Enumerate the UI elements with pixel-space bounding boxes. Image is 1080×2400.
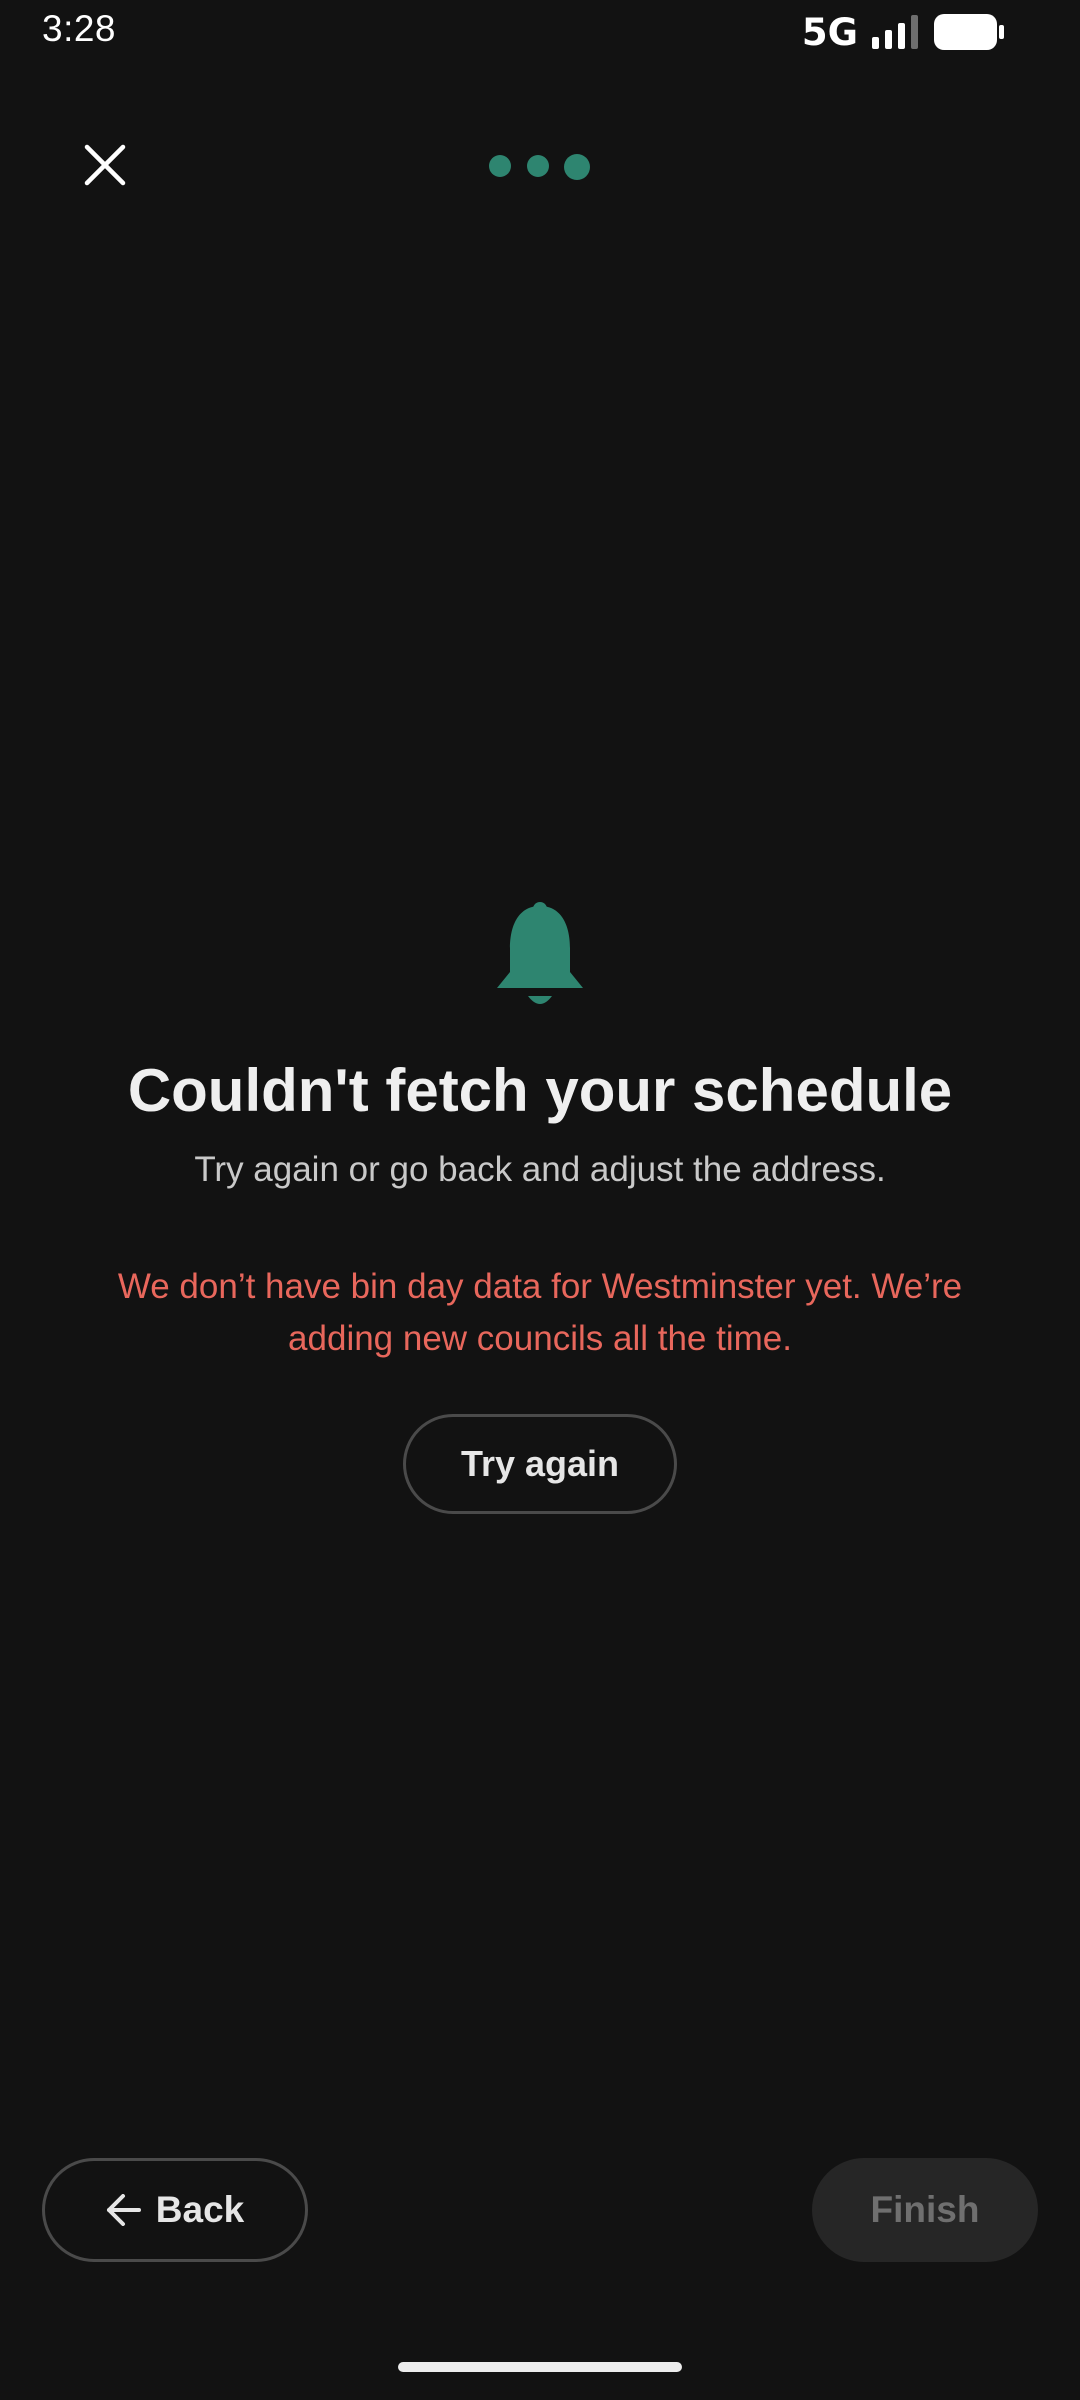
progress-dot-1 — [489, 155, 511, 177]
progress-dot-3 — [564, 154, 590, 180]
close-icon — [84, 144, 126, 186]
signal-icon — [872, 15, 918, 49]
close-button[interactable] — [70, 130, 140, 200]
home-indicator[interactable] — [398, 2362, 682, 2372]
back-button[interactable]: Back — [42, 2158, 308, 2262]
arrow-left-icon — [106, 2194, 141, 2226]
progress-dot-2 — [527, 155, 549, 177]
battery-icon — [934, 14, 1004, 50]
step-progress-dots — [489, 154, 590, 180]
back-label: Back — [155, 2189, 245, 2230]
status-icons: 5G — [801, 10, 1004, 54]
error-message: We don’t have bin day data for Westminst… — [117, 1266, 963, 1359]
status-time: 3:28 — [42, 8, 117, 49]
status-bar: 3:28 5G — [0, 0, 1080, 64]
error-title: Couldn't fetch your schedule — [127, 1057, 953, 1124]
network-type: 5G — [801, 10, 858, 54]
finish-button[interactable]: Finish — [812, 2158, 1038, 2262]
error-subtitle: Try again or go back and adjust the addr… — [194, 1150, 886, 1189]
error-state: Couldn't fetch your schedule Try again o… — [0, 900, 1080, 1514]
try-again-button[interactable]: Try again — [403, 1413, 677, 1514]
bell-icon — [497, 902, 583, 1004]
